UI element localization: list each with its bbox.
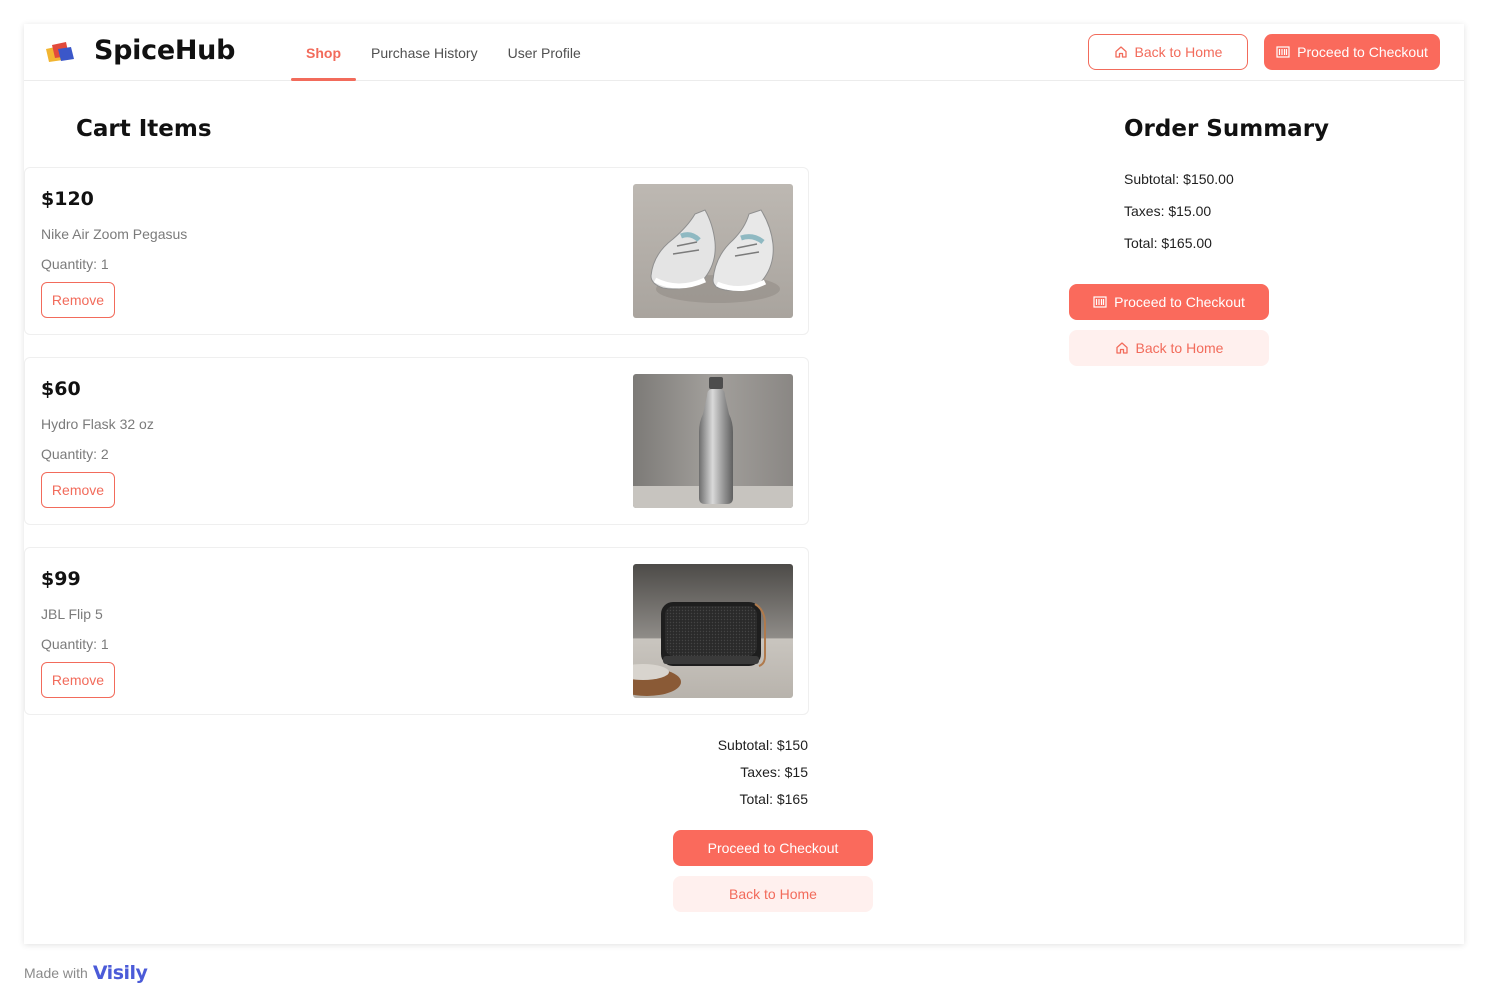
item-name: Nike Air Zoom Pegasus [41,226,188,242]
summary-checkout-label: Proceed to Checkout [1114,294,1245,310]
cart-taxes: Taxes: $15 [740,764,808,780]
home-icon [1115,342,1128,354]
brand-name: SpiceHub [94,35,236,66]
remove-button[interactable]: Remove [41,472,115,508]
top-navbar: SpiceHub Shop Purchase History User Prof… [24,24,1464,81]
cart-checkout-button[interactable]: Proceed to Checkout [673,830,873,866]
remove-button[interactable]: Remove [41,662,115,698]
app-window: SpiceHub Shop Purchase History User Prof… [24,24,1464,944]
item-price: $120 [41,188,94,210]
header-checkout-button[interactable]: Proceed to Checkout [1264,34,1440,70]
cart-back-home-label: Back to Home [729,886,817,902]
summary-subtotal: Subtotal: $150.00 [1124,171,1234,187]
barcode-icon [1276,46,1290,58]
summary-checkout-button[interactable]: Proceed to Checkout [1069,284,1269,320]
summary-back-home-button[interactable]: Back to Home [1069,330,1269,366]
cart-title: Cart Items [76,116,212,142]
summary-total: Total: $165.00 [1124,235,1212,251]
sneakers-photo [633,184,793,318]
summary-title: Order Summary [1124,116,1330,142]
tab-shop[interactable]: Shop [291,24,356,81]
tab-user-profile[interactable]: User Profile [493,24,596,81]
cart-checkout-label: Proceed to Checkout [707,840,839,856]
cart-back-home-button[interactable]: Back to Home [673,876,873,912]
made-with-footer[interactable]: Made with Visily [24,962,148,984]
spicehub-logo-icon [46,42,74,62]
barcode-icon [1093,296,1107,308]
summary-back-home-label: Back to Home [1135,340,1224,356]
cart-item-card: $120 Nike Air Zoom Pegasus Quantity: 1 R… [24,167,809,335]
cart-total: Total: $165 [739,791,809,807]
water-bottle-photo [633,374,793,508]
item-price: $60 [41,378,81,400]
item-name: JBL Flip 5 [41,606,103,622]
item-quantity: Quantity: 2 [41,446,109,462]
header-checkout-label: Proceed to Checkout [1297,44,1428,60]
item-quantity: Quantity: 1 [41,256,109,272]
visily-logo: Visily [92,962,148,984]
item-name: Hydro Flask 32 oz [41,416,154,432]
remove-button[interactable]: Remove [41,282,115,318]
tab-purchase-history[interactable]: Purchase History [356,24,493,81]
header-back-home-button[interactable]: Back to Home [1088,34,1248,70]
cart-item-card: $99 JBL Flip 5 Quantity: 1 Remove [24,547,809,715]
main-nav: Shop Purchase History User Profile [291,24,596,81]
cart-subtotal: Subtotal: $150 [717,737,808,753]
speaker-photo [633,564,793,698]
cart-item-card: $60 Hydro Flask 32 oz Quantity: 2 Remove [24,357,809,525]
summary-taxes: Taxes: $15.00 [1124,203,1212,219]
header-back-home-label: Back to Home [1134,44,1223,60]
made-with-label: Made with [24,965,88,981]
home-icon [1114,46,1127,58]
item-quantity: Quantity: 1 [41,636,109,652]
item-price: $99 [41,568,81,590]
